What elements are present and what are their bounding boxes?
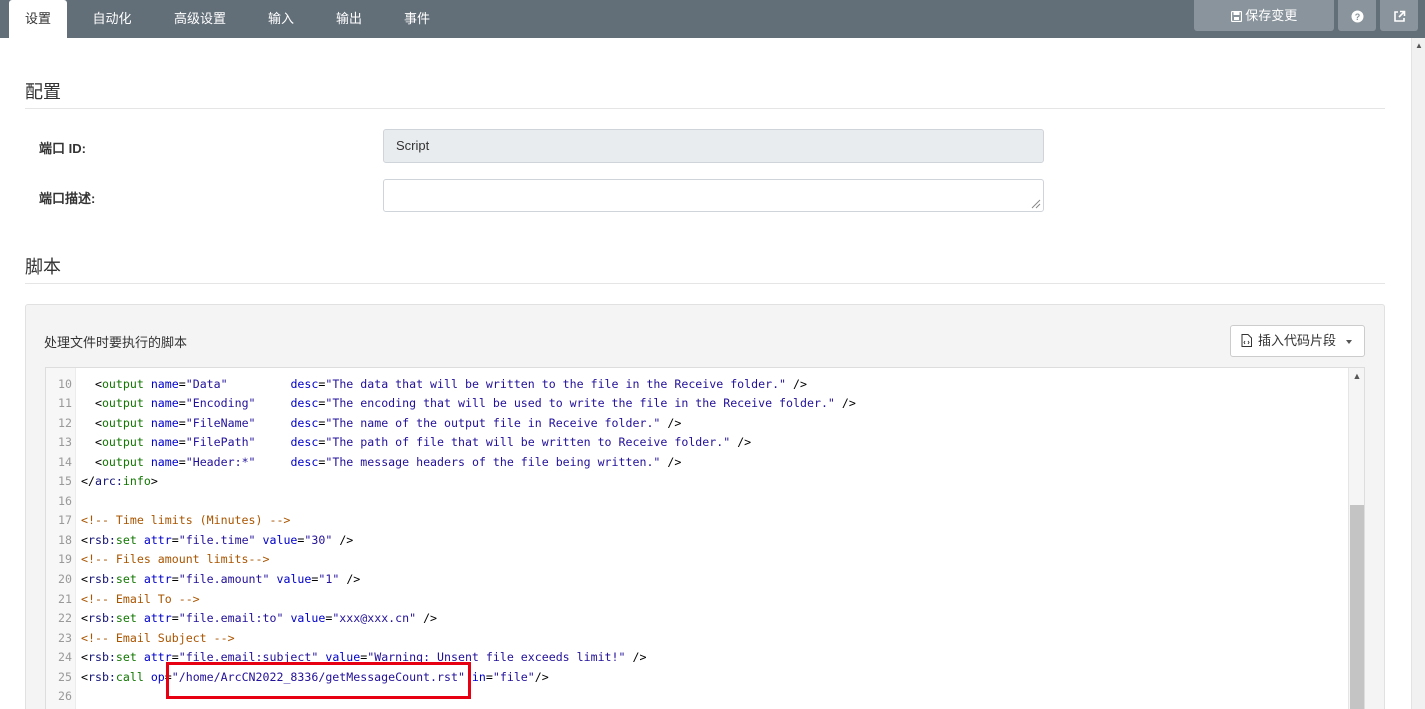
code-line[interactable]: 18 <rsb:set attr="file.time" value="30" /… bbox=[46, 531, 353, 551]
page-scrollbar[interactable]: ▲ bbox=[1411, 38, 1425, 709]
highlight-annotation-box bbox=[166, 662, 471, 699]
editor-scroll-thumb[interactable] bbox=[1350, 505, 1364, 709]
question-icon: ? bbox=[1351, 8, 1364, 23]
code-text: <output name="Encoding" desc="The encodi… bbox=[94, 396, 856, 411]
tab-output[interactable]: 输出 bbox=[326, 0, 372, 38]
tab-advanced-settings[interactable]: 高级设置 bbox=[166, 0, 234, 38]
script-panel-title: 处理文件时要执行的脚本 bbox=[44, 335, 188, 350]
top-nav-bar: 设置 自动化 高级设置 输入 输出 事件 保存变更 ? bbox=[0, 0, 1425, 38]
code-line[interactable]: 13 <output name="FilePath" desc="The pat… bbox=[46, 433, 751, 453]
help-button[interactable]: ? bbox=[1338, 0, 1376, 31]
code-line[interactable]: 23 <!-- Email Subject --> bbox=[46, 629, 235, 649]
line-number: 16 bbox=[58, 493, 72, 508]
code-text: <rsb:set attr="file.amount" value="1" /> bbox=[81, 572, 361, 586]
editor-scrollbar[interactable]: ▲ bbox=[1348, 368, 1364, 709]
line-number: 22 bbox=[58, 611, 72, 626]
line-number: 21 bbox=[58, 591, 72, 606]
port-id-label: 端口 ID: bbox=[39, 141, 86, 156]
code-line[interactable]: 10 <output name="Data" desc="The data th… bbox=[46, 375, 807, 395]
code-line[interactable]: 22 <rsb:set attr="file.email:to" value="x… bbox=[46, 609, 437, 629]
code-text: <output name="Data" desc="The data that … bbox=[94, 376, 807, 391]
line-number: 23 bbox=[58, 630, 72, 645]
code-text: <output name="FileName" desc="The name o… bbox=[94, 415, 682, 430]
line-number: 12 bbox=[58, 415, 72, 430]
code-text: <!-- Time limits (Minutes) --> bbox=[81, 513, 291, 528]
tab-input[interactable]: 输入 bbox=[258, 0, 304, 38]
port-id-field[interactable]: Script bbox=[383, 129, 1044, 163]
line-number: 25 bbox=[58, 669, 72, 684]
code-text: <!-- Email To --> bbox=[81, 591, 200, 606]
code-line[interactable]: 12 <output name="FileName" desc="The nam… bbox=[46, 414, 681, 434]
divider bbox=[25, 108, 1385, 109]
insert-snippet-button[interactable]: 插入代码片段 bbox=[1230, 325, 1365, 357]
code-line[interactable]: 17 <!-- Time limits (Minutes) --> bbox=[46, 511, 290, 531]
save-changes-label: 保存变更 bbox=[1245, 8, 1298, 23]
resize-handle-icon[interactable] bbox=[1029, 197, 1041, 209]
code-editor[interactable]: 10 <output name="Data" desc="The data th… bbox=[45, 367, 1365, 709]
file-code-icon bbox=[1241, 333, 1258, 348]
script-heading: 脚本 bbox=[25, 257, 61, 277]
line-number: 20 bbox=[58, 572, 72, 586]
port-description-field[interactable] bbox=[383, 179, 1044, 212]
line-number: 19 bbox=[58, 552, 72, 567]
line-number: 13 bbox=[58, 435, 72, 450]
insert-snippet-label: 插入代码片段 bbox=[1258, 333, 1337, 348]
line-number: 18 bbox=[58, 532, 72, 547]
code-text: <rsb:set attr="file.email:to" value="xxx… bbox=[81, 611, 438, 626]
code-text: <output name="Header:*" desc="The messag… bbox=[94, 454, 682, 469]
code-line[interactable]: 15 </arc:info> bbox=[46, 472, 158, 492]
line-number: 11 bbox=[58, 396, 72, 411]
line-number: 17 bbox=[58, 513, 72, 528]
external-link-icon bbox=[1393, 8, 1406, 23]
line-number: 26 bbox=[58, 689, 72, 704]
line-number: 10 bbox=[58, 376, 72, 391]
code-line[interactable]: 20 <rsb:set attr="file.amount" value="1" … bbox=[46, 570, 360, 590]
save-changes-button[interactable]: 保存变更 bbox=[1194, 0, 1334, 31]
code-text: <!-- Email Subject --> bbox=[81, 630, 235, 645]
open-external-button[interactable] bbox=[1380, 0, 1418, 31]
save-icon bbox=[1230, 8, 1242, 23]
code-line[interactable]: 24 <rsb:set attr="file.email:subject" val… bbox=[46, 648, 646, 668]
code-line[interactable]: 14 <output name="Header:*" desc="The mes… bbox=[46, 453, 681, 473]
code-line[interactable]: 25 <rsb:call op="/home/ArcCN2022_8336/get… bbox=[46, 668, 549, 688]
tab-automation[interactable]: 自动化 bbox=[80, 0, 144, 38]
divider bbox=[25, 283, 1385, 284]
code-line[interactable]: 19 <!-- Files amount limits--> bbox=[46, 550, 269, 570]
chevron-down-icon bbox=[1346, 340, 1352, 344]
scroll-up-icon[interactable]: ▲ bbox=[1349, 370, 1364, 382]
line-number: 15 bbox=[58, 474, 72, 489]
code-line[interactable]: 21 <!-- Email To --> bbox=[46, 590, 200, 610]
line-number: 24 bbox=[58, 650, 72, 665]
code-text: <rsb:set attr="file.time" value="30" /> bbox=[81, 532, 354, 547]
scroll-up-icon[interactable]: ▲ bbox=[1412, 40, 1425, 52]
line-number: 14 bbox=[58, 454, 72, 469]
tab-events[interactable]: 事件 bbox=[394, 0, 440, 38]
port-description-label: 端口描述: bbox=[39, 191, 96, 206]
svg-text:?: ? bbox=[1354, 12, 1360, 22]
code-line[interactable]: 26 bbox=[46, 687, 74, 707]
code-line[interactable]: 16 bbox=[46, 492, 74, 512]
code-text: <output name="FilePath" desc="The path o… bbox=[94, 435, 752, 450]
tab-settings[interactable]: 设置 bbox=[9, 0, 67, 38]
code-text: </arc:info> bbox=[81, 474, 158, 489]
config-heading: 配置 bbox=[25, 82, 61, 102]
code-line[interactable]: 11 <output name="Encoding" desc="The enc… bbox=[46, 394, 856, 414]
code-text: <!-- Files amount limits--> bbox=[81, 552, 270, 567]
